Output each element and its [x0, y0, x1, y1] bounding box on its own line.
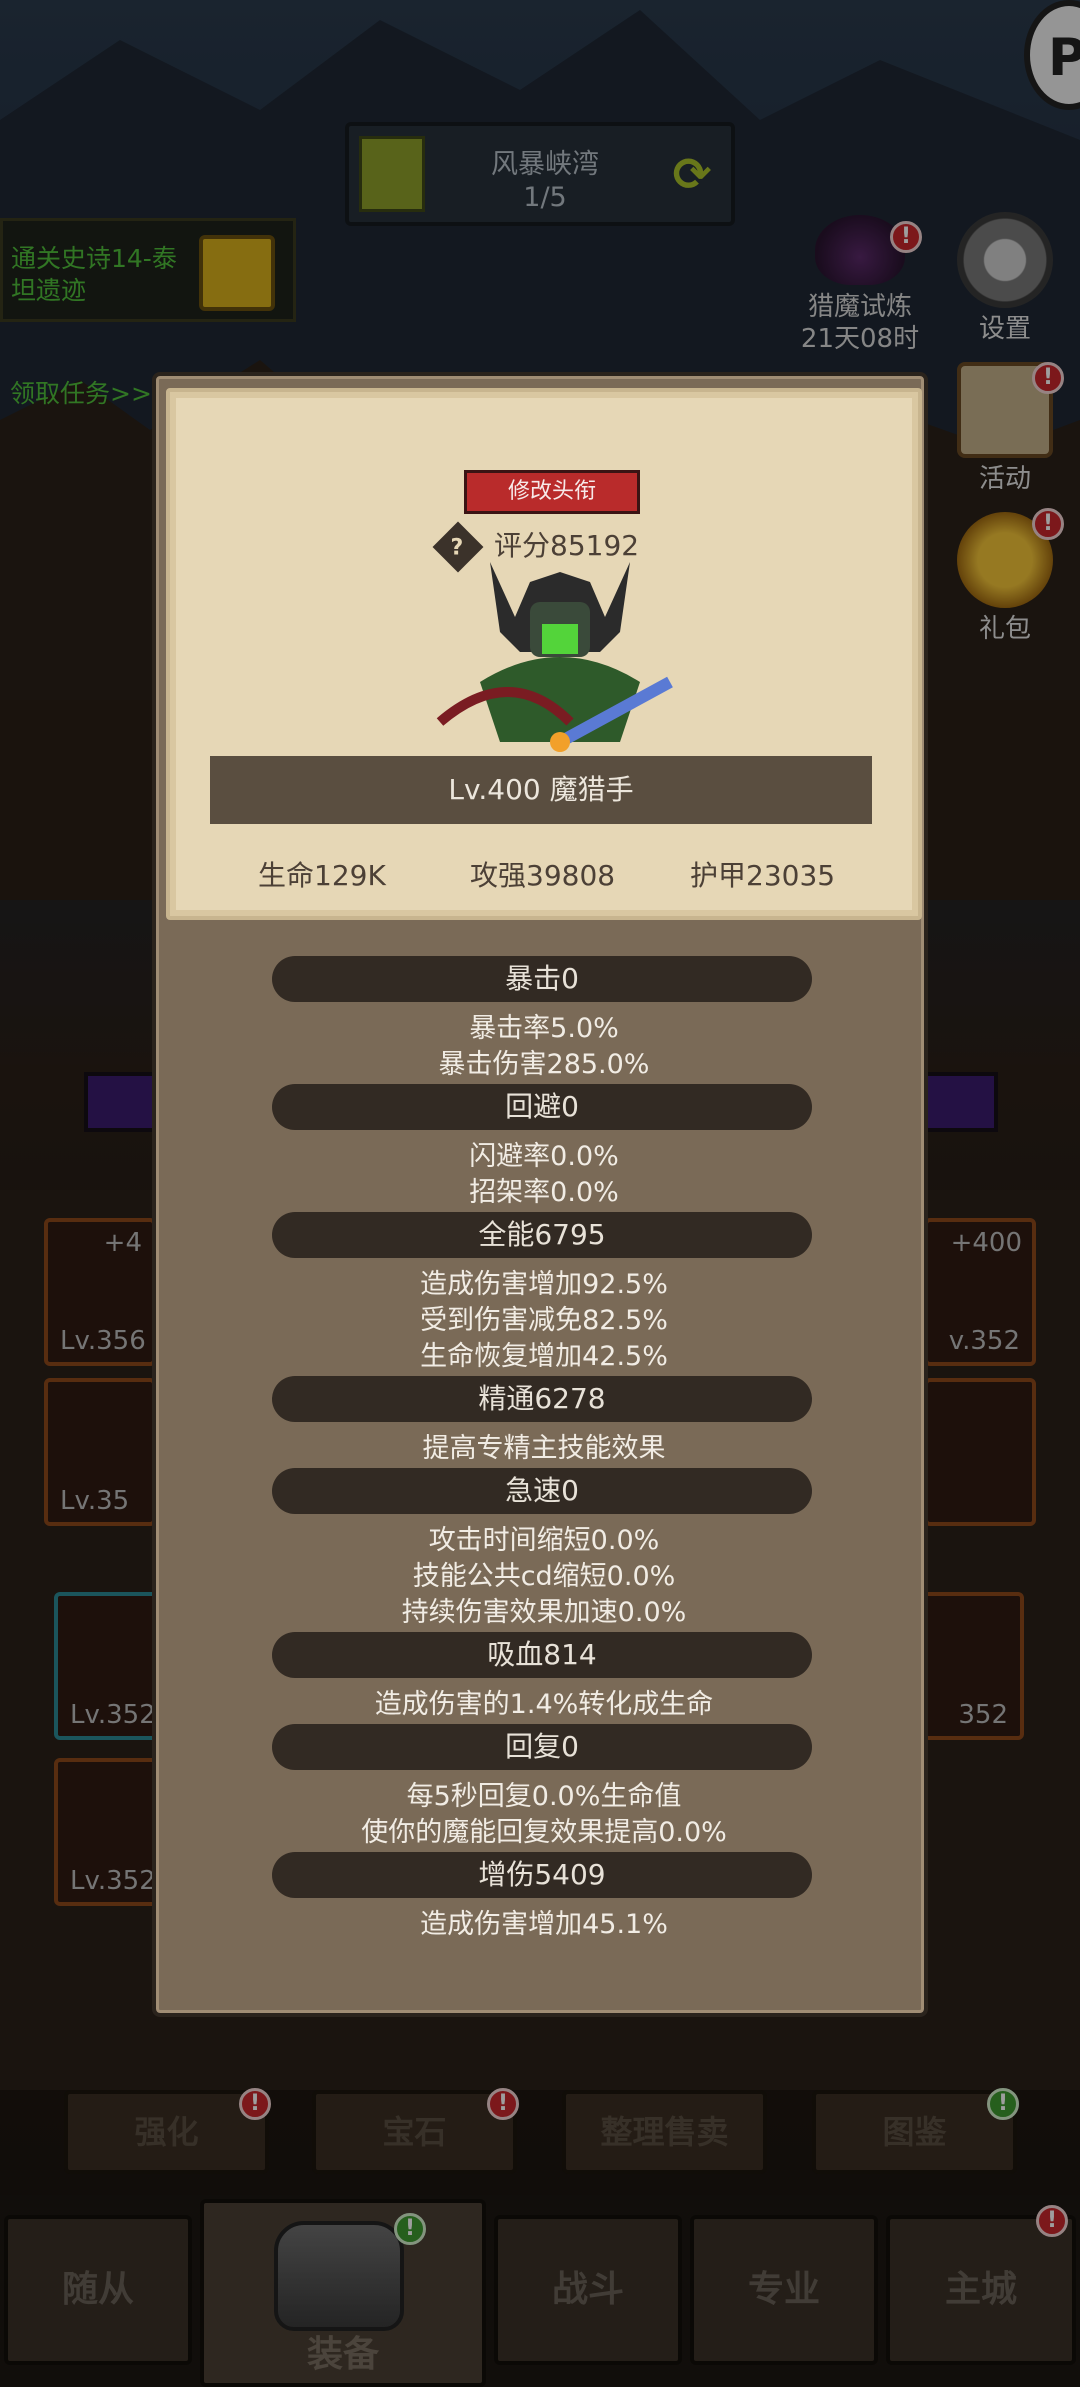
armor-stat: 护甲23035: [690, 859, 836, 892]
haste-header: 急速0: [272, 1468, 812, 1514]
stat-line: 闪避率0.0%: [469, 1141, 619, 1172]
stat-line: 造成伤害增加45.1%: [420, 1909, 668, 1940]
stat-line: 生命恢复增加42.5%: [420, 1341, 668, 1372]
stat-line: 暴击率5.0%: [469, 1013, 619, 1044]
stat-line: 使你的魔能回复效果提高0.0%: [361, 1817, 727, 1848]
crit-header: 暴击0: [272, 956, 812, 1002]
mastery-header: 精通6278: [272, 1376, 812, 1422]
stat-line: 招架率0.0%: [469, 1177, 619, 1208]
stat-line: 受到伤害减免82.5%: [420, 1305, 668, 1336]
stat-line: 技能公共cd缩短0.0%: [412, 1561, 676, 1592]
versatility-header: 全能6795: [272, 1212, 812, 1258]
lifesteal-header: 吸血814: [272, 1632, 812, 1678]
regen-header: 回复0: [272, 1724, 812, 1770]
hero-portrait-icon: [436, 562, 673, 752]
stat-line: 提高专精主技能效果: [422, 1433, 666, 1464]
hp-stat: 生命129K: [258, 859, 386, 892]
character-card: 修改头衔 ? 评分85192 Lv.400 魔猎手 生命129K 攻强39808 …: [166, 388, 922, 920]
stat-line: 持续伤害效果加速0.0%: [401, 1597, 687, 1628]
dodge-header: 回避0: [272, 1084, 812, 1130]
attack-stat: 攻强39808: [470, 859, 616, 892]
change-title-button[interactable]: 修改头衔: [464, 470, 640, 514]
damage-bonus-header: 增伤5409: [272, 1852, 812, 1898]
stat-line: 暴击伤害285.0%: [438, 1049, 650, 1080]
stat-line: 造成伤害增加92.5%: [420, 1269, 668, 1300]
stat-line: 攻击时间缩短0.0%: [428, 1525, 660, 1556]
character-stats-panel: 修改头衔 ? 评分85192 Lv.400 魔猎手 生命129K 攻强39808 …: [152, 372, 928, 2017]
stat-line: 每5秒回复0.0%生命值: [406, 1781, 682, 1812]
stat-line: 造成伤害的1.4%转化成生命: [374, 1689, 714, 1720]
character-name-bar: Lv.400 魔猎手: [210, 756, 872, 824]
